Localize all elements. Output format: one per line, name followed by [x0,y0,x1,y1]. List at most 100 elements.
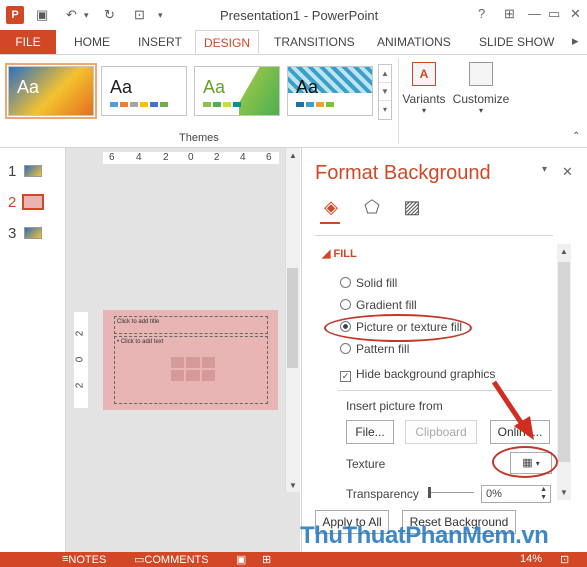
slide-mini-preview [24,227,42,239]
variants-button[interactable]: A Variants ▾ [399,62,449,115]
clipboard-button[interactable]: Clipboard [405,420,477,444]
solid-fill-radio[interactable] [340,277,351,288]
gradient-fill-radio[interactable] [340,299,351,310]
transparency-label: Transparency [346,487,419,501]
redo-icon[interactable]: ↻ [104,6,115,24]
theme-white[interactable]: Aa [101,66,187,116]
slide-sorter-icon[interactable]: ⊞ [262,553,271,566]
customize-dropdown-icon: ▾ [478,106,483,115]
close-button[interactable]: ✕ [570,6,581,22]
zoom-level[interactable]: 14% [520,553,542,565]
tab-home[interactable]: HOME [74,30,110,54]
save-icon[interactable]: ▣ [36,6,48,24]
slide-thumb-2[interactable]: 2 [8,194,44,211]
ruler-tick: 6 [266,152,272,163]
pane-scroll-down-icon[interactable]: ▼ [560,488,568,497]
undo-icon[interactable]: ↶ [66,6,77,24]
pattern-fill-option[interactable]: Pattern fill [340,342,409,356]
spinner-arrows-icon[interactable]: ▲ ▼ [540,486,547,502]
ribbon-tabs: FILE HOME INSERT DESIGN TRANSITIONS ANIM… [0,30,587,55]
transparency-slider[interactable] [430,492,474,493]
transparency-spinner[interactable]: 0% ▲ ▼ [481,485,551,503]
customize-button[interactable]: Customize ▾ [451,62,511,115]
content-placeholder[interactable]: • Click to add text [114,336,268,404]
collapse-ribbon-icon[interactable]: ⌃ [572,128,580,146]
gradient-fill-label: Gradient fill [356,298,417,312]
solid-fill-option[interactable]: Solid fill [340,276,397,290]
picture-tab-icon[interactable]: ▨ [400,196,424,218]
minimize-button[interactable]: — [528,6,541,21]
pattern-fill-radio[interactable] [340,343,351,354]
title-placeholder[interactable]: Click to add title [114,316,268,334]
tab-file[interactable]: FILE [0,30,56,54]
pane-close-icon[interactable]: ✕ [562,164,573,180]
powerpoint-app-icon[interactable]: P [6,6,24,24]
tab-design[interactable]: DESIGN [195,30,260,55]
fill-section-header[interactable]: ◢ FILL [322,247,357,260]
theme-pattern[interactable]: Aa [287,66,373,116]
theme-color-bars [110,96,170,110]
slide-number: 2 [8,194,17,211]
slide-mini-preview [22,194,44,210]
title-bar: P ▣ ↶ ▾ ↻ ⊡ ▾ Presentation1 - PowerPoint… [0,0,587,30]
slide-thumb-1[interactable]: 1 [8,163,42,180]
customize-qat-icon[interactable]: ▾ [158,6,163,24]
slide-thumb-3[interactable]: 3 [8,225,42,242]
undo-dropdown-icon[interactable]: ▾ [84,6,89,24]
pane-scroll-thumb[interactable] [558,262,570,462]
variants-icon: A [412,62,436,86]
theme-sample-text: Aa [203,77,226,97]
pane-scroll-up-icon[interactable]: ▲ [560,247,568,256]
comments-button[interactable]: ▭ COMMENTS [134,553,209,566]
slide-canvas[interactable]: Click to add title • Click to add text [103,310,278,410]
insert-picture-label: Insert picture from [346,399,443,413]
ribbon-display-icon[interactable]: ⊞ [504,6,515,22]
comments-label: COMMENTS [144,554,209,566]
file-button[interactable]: File... [346,420,394,444]
themes-gallery-scroll[interactable]: ▲ ▼ ▾ [378,64,392,120]
fit-to-window-icon[interactable]: ⊡ [560,553,569,566]
scroll-up-icon[interactable]: ▲ [289,151,297,160]
notes-button[interactable]: ≡ NOTES [62,553,106,566]
fill-tab-icon[interactable]: ◈ [319,196,343,218]
fill-section-label: FILL [333,248,357,260]
ruler-tick: 0 [188,152,194,163]
tab-transitions[interactable]: TRANSITIONS [274,30,355,54]
effects-tab-icon[interactable]: ⬠ [360,196,384,218]
gallery-more-icon[interactable]: ▾ [379,101,391,119]
theme-green-swoosh [239,67,279,115]
tab-slide-show[interactable]: SLIDE SHOW [479,30,554,54]
customize-icon [469,62,493,86]
theme-green[interactable]: Aa [194,66,280,116]
pane-tab-divider [315,235,553,236]
texture-label: Texture [346,457,386,471]
variants-label: Variants [402,92,446,106]
ruler-tick: 2 [74,330,86,337]
ruler-tick: 2 [74,382,86,389]
horizontal-ruler: 6 4 2 0 2 4 6 [103,152,279,164]
theme-office[interactable]: Aa [5,63,97,119]
normal-view-icon[interactable]: ▣ [236,553,246,566]
hide-background-option[interactable]: ✓ Hide background graphics [340,367,495,382]
transparency-slider-handle[interactable] [428,487,431,498]
tab-insert[interactable]: INSERT [138,30,182,54]
gallery-down-icon[interactable]: ▼ [379,83,391,101]
transparency-value: 0% [486,488,502,500]
tab-animations[interactable]: ANIMATIONS [377,30,451,54]
pane-options-icon[interactable]: ▾ [542,164,547,175]
gradient-fill-option[interactable]: Gradient fill [340,298,417,312]
content-placeholder-text: • Click to add text [117,339,164,345]
slide-number: 3 [8,225,17,242]
help-button[interactable]: ? [478,6,485,21]
scroll-down-icon[interactable]: ▼ [289,481,297,490]
ribbon-scroll-right-icon[interactable]: ▸ [572,32,579,50]
restore-button[interactable]: ▭ [548,6,560,22]
theme-sample-text: Aa [17,77,40,97]
start-slideshow-icon[interactable]: ⊡ [134,6,145,24]
slide-number: 1 [8,163,17,180]
editing-scroll-thumb[interactable] [287,268,298,368]
gallery-up-icon[interactable]: ▲ [379,65,391,83]
pattern-fill-label: Pattern fill [356,342,410,356]
hide-background-checkbox[interactable]: ✓ [340,371,351,382]
active-tab-indicator [320,222,340,224]
